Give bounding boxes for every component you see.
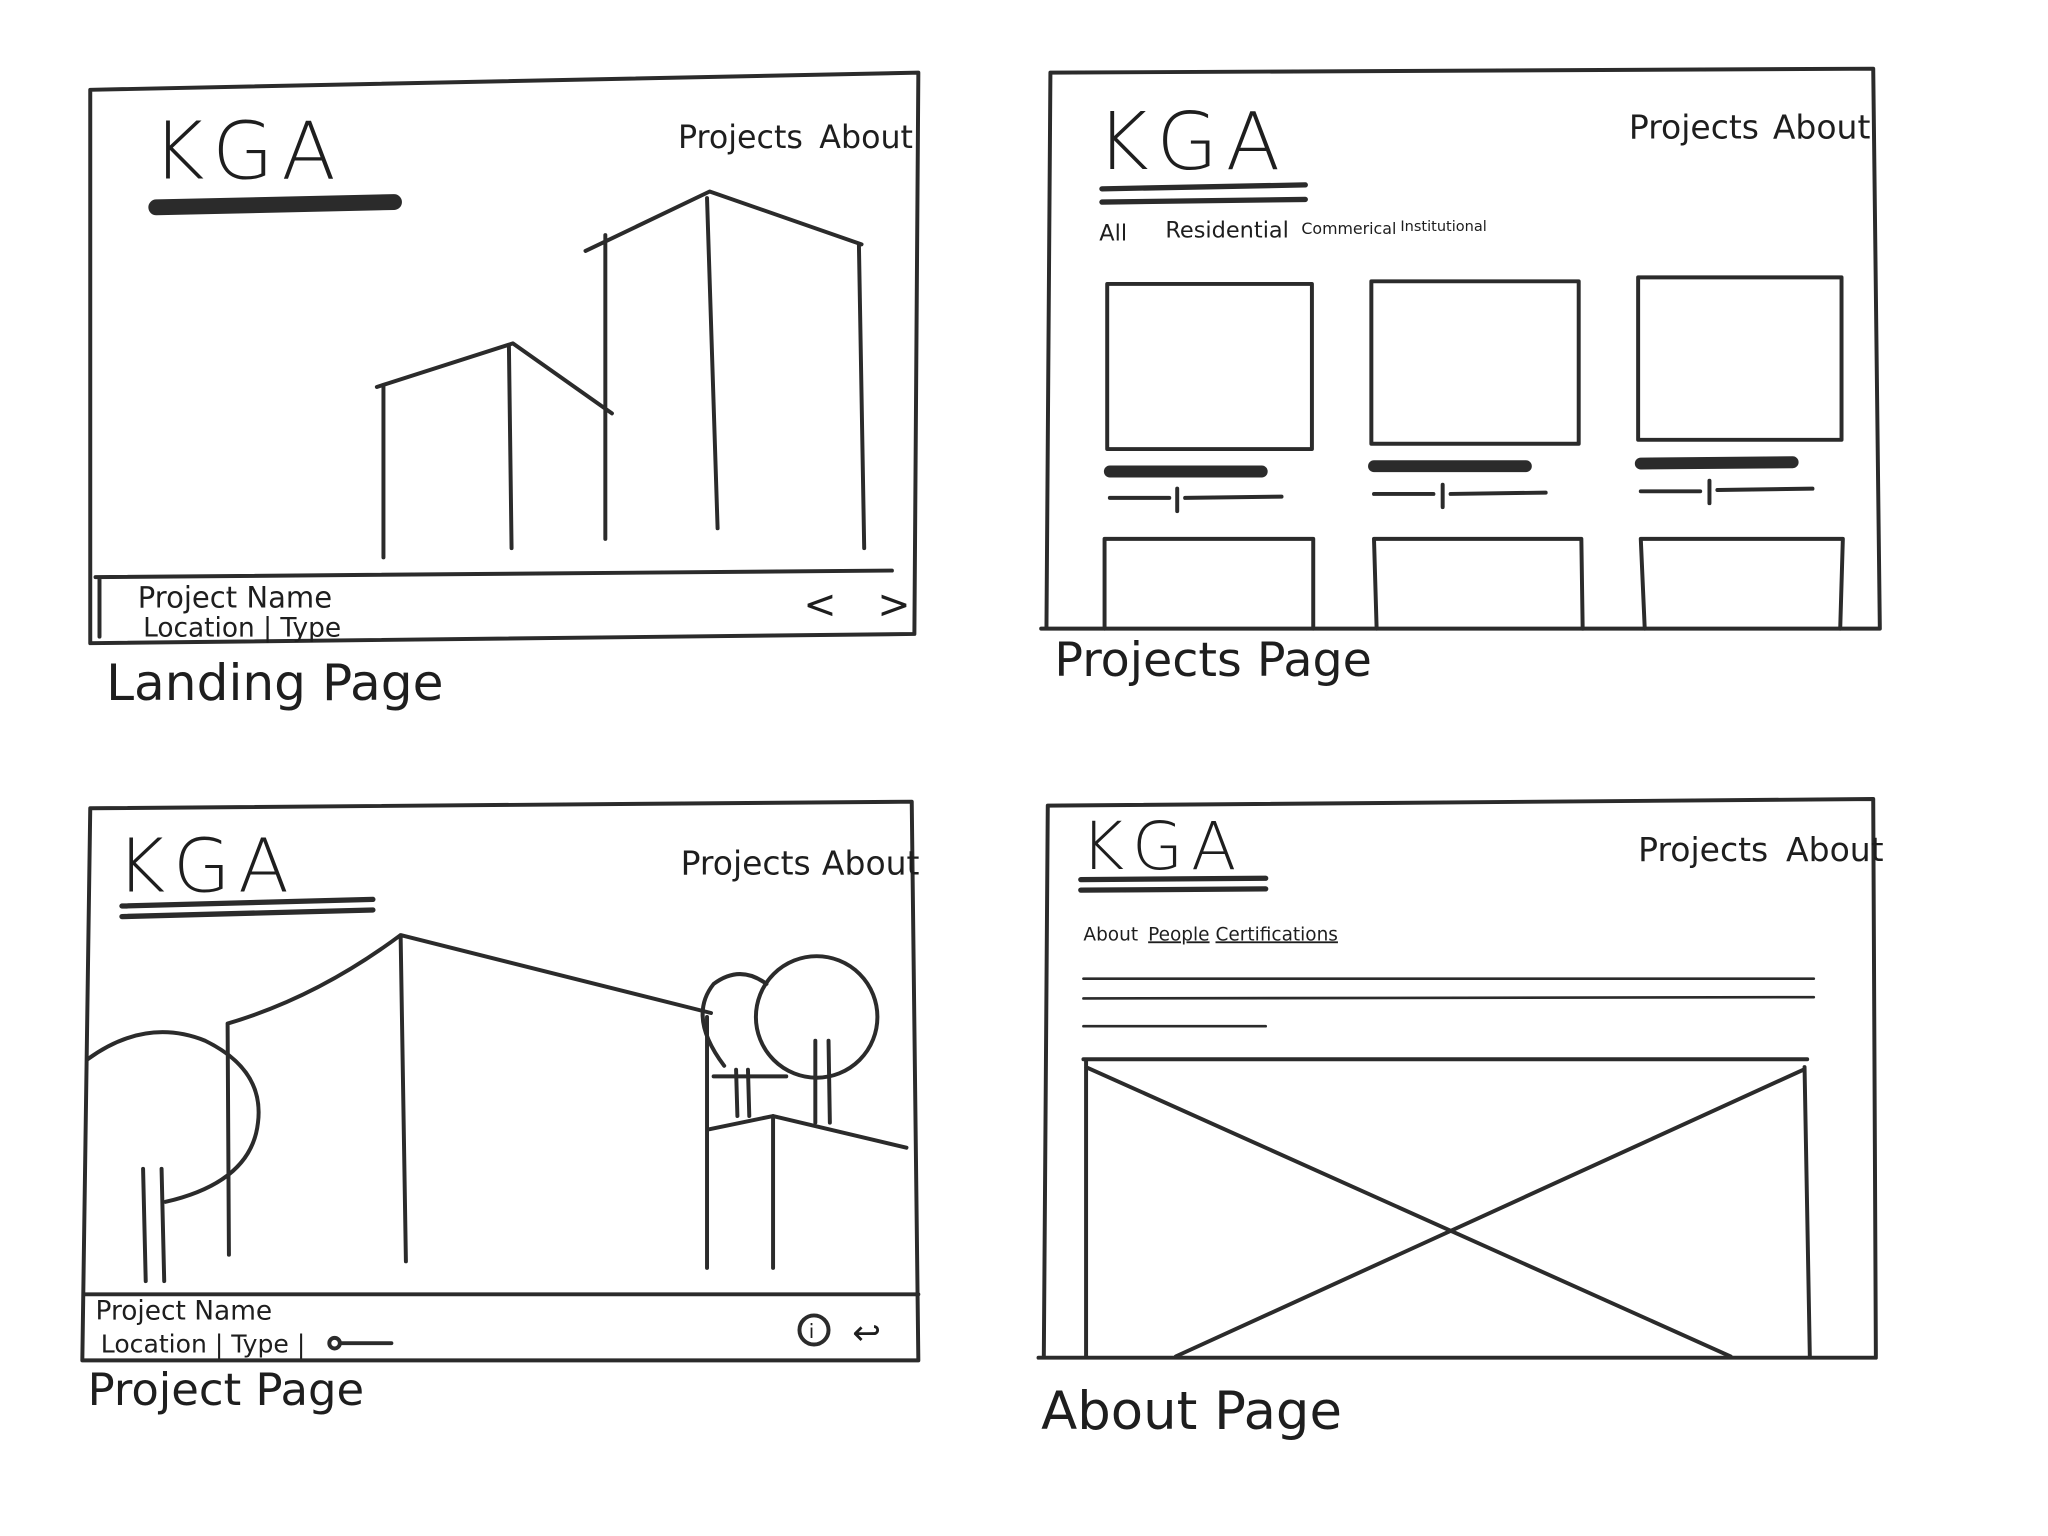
landing-nav-about[interactable]: About (819, 120, 913, 156)
project-card[interactable] (1103, 281, 1314, 514)
landing-project-meta: Location | Type (143, 613, 341, 644)
subnav-certifications[interactable]: Certifications (1216, 924, 1338, 945)
image-progress-slider[interactable] (327, 1335, 394, 1351)
filter-residential[interactable]: Residential (1165, 218, 1289, 244)
about-image-placeholder (1081, 1057, 1812, 1359)
landing-page-wireframe: KGA Projects About Project Name Location… (88, 70, 921, 712)
project-hero-illustration (85, 933, 909, 1284)
about-caption: About Page (1041, 1381, 1342, 1442)
landing-nav-projects[interactable]: Projects (678, 120, 803, 156)
about-text-lines (1082, 977, 1816, 1028)
project-project-meta: Location | Type | (101, 1329, 305, 1358)
landing-hero-buildings (374, 189, 867, 560)
project-card[interactable] (1368, 279, 1581, 510)
subnav-about[interactable]: About (1083, 924, 1138, 945)
project-project-name: Project Name (96, 1295, 273, 1326)
subnav-people[interactable]: People (1148, 924, 1209, 945)
landing-caption: Landing Page (106, 653, 443, 712)
projects-caption: Projects Page (1054, 633, 1372, 688)
project-caption: Project Page (88, 1363, 365, 1416)
wireframe-sheet: KGA Projects About Project Name Location… (80, 66, 1884, 1442)
svg-text:i: i (809, 1320, 815, 1343)
share-icon[interactable]: ↩ (852, 1313, 881, 1353)
project-page-wireframe: KGA Projects About Project Name Location… (80, 799, 921, 1416)
about-page-wireframe: KGA Projects About About People Certific… (1036, 797, 1884, 1442)
project-nav-about[interactable]: About (822, 843, 920, 882)
projects-logo-underline (1099, 182, 1308, 205)
filter-all[interactable]: All (1099, 220, 1127, 246)
project-card-row-2 (1102, 536, 1845, 631)
filter-institutional[interactable]: Institutional (1400, 219, 1486, 235)
landing-logo: KGA (152, 104, 343, 197)
project-card[interactable] (1634, 275, 1844, 506)
about-nav-projects[interactable]: Projects (1638, 830, 1768, 869)
landing-logo-bar (148, 194, 402, 216)
projects-logo: KGA (1097, 95, 1288, 188)
projects-page-wireframe: KGA Projects About All Residential Comme… (1039, 66, 1882, 688)
prev-arrow-icon[interactable]: < (803, 582, 836, 628)
info-icon[interactable]: i (797, 1313, 831, 1347)
about-nav-about[interactable]: About (1786, 830, 1884, 869)
projects-nav-about[interactable]: About (1773, 108, 1871, 147)
project-logo: KGA (117, 823, 297, 909)
landing-project-name: Project Name (138, 581, 332, 615)
about-logo: KGA (1081, 808, 1244, 885)
projects-nav-projects[interactable]: Projects (1629, 108, 1759, 147)
next-arrow-icon[interactable]: > (877, 582, 910, 628)
project-nav-projects[interactable]: Projects (681, 843, 811, 882)
filter-commercial[interactable]: Commerical (1301, 219, 1396, 238)
